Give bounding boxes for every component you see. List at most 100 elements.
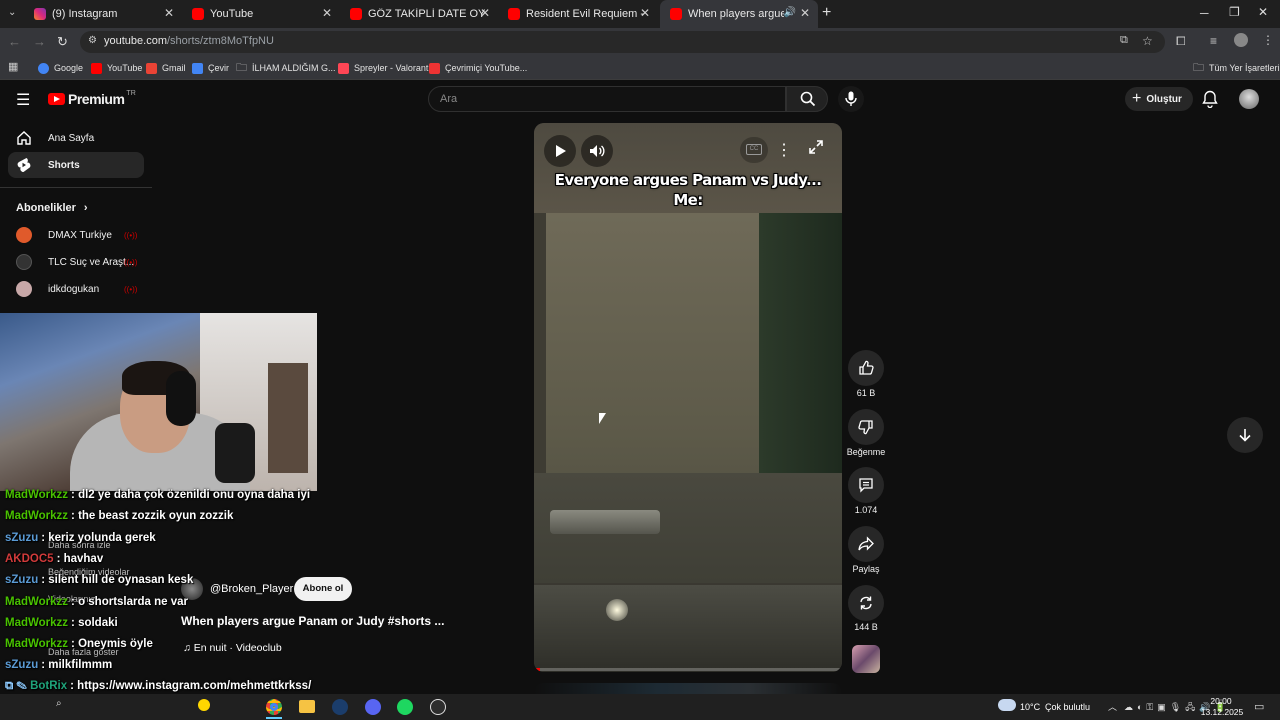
cast-icon[interactable]: ⧉ [1120,34,1128,47]
video-caption: Everyone argues Panam vs Judy... Me: [554,171,822,209]
share-label: Paylaş [852,564,880,574]
tab-instagram[interactable]: (9) Instagram ✕ [24,0,182,28]
profile-icon[interactable] [1234,33,1248,47]
taskbar-spotify-icon[interactable] [397,699,413,715]
bookmark-folder[interactable]: 🗀 İLHAM ALDIĞIM G... [236,60,336,76]
next-short-preview[interactable] [534,683,842,694]
captions-button[interactable]: CC [740,137,768,163]
apps-icon[interactable]: ▦ [8,60,18,73]
play-button[interactable] [544,135,576,167]
chat-message: MadWorkzz: soldaki [5,617,118,635]
maximize-button[interactable]: ❐ [1229,5,1240,19]
tab-goz-takipli[interactable]: GÖZ TAKİPLİ DATE OYUNU! KIZ ✕ [340,0,498,28]
bookmark-translate[interactable]: Çevir [192,60,229,76]
shorts-icon [17,158,31,173]
voice-search-button[interactable] [838,86,864,112]
fullscreen-button[interactable] [808,139,824,160]
audio-thumbnail[interactable] [852,645,880,673]
close-tab-icon[interactable]: ✕ [480,6,490,20]
tab-youtube[interactable]: YouTube ✕ [182,0,340,28]
remix-button[interactable] [848,585,884,621]
next-short-button[interactable] [1227,417,1263,453]
bookmark-gmail[interactable]: Gmail [146,60,186,76]
guide-menu-icon[interactable]: ☰ [16,90,30,110]
taskbar-discord-icon[interactable] [365,699,381,715]
chat-username: MadWorkzz [5,638,69,650]
weather-desc[interactable]: Çok bulutlu [1045,702,1090,712]
more-options-button[interactable]: ⋮ [776,140,792,160]
address-bar[interactable]: ⚙ youtube.com/shorts/ztm8MoTfpNU ⧉ ☆ [80,31,1165,53]
back-button[interactable]: ← [8,34,21,49]
live-indicator-icon: ((•)) [124,230,138,240]
bookmark-online-youtube[interactable]: Çevrimiçi YouTube... [429,60,527,76]
audio-playing-icon[interactable]: 🔊 [784,7,796,18]
tab-search-button[interactable]: ⌄ [8,7,22,21]
taskbar-obs-icon[interactable] [430,699,446,715]
new-tab-button[interactable]: + [822,4,831,22]
site-info-icon[interactable]: ⚙ [88,35,97,46]
short-title[interactable]: When players argue Panam or Judy #shorts… [181,614,444,628]
close-tab-icon[interactable]: ✕ [164,6,174,20]
search-input[interactable]: Ara [428,86,786,112]
weather-temp[interactable]: 10°C [1020,702,1040,712]
comment-count: 1.074 [854,505,878,515]
notifications-tray-icon[interactable]: ▭ [1254,700,1264,713]
browser-menu-icon[interactable]: ⋮ [1262,33,1274,47]
clock-time[interactable]: 20:00 [1206,696,1236,706]
extensions-icon[interactable]: ⧠ [1176,34,1186,49]
account-avatar[interactable] [1239,89,1259,109]
create-button[interactable]: + Oluştur [1125,87,1193,111]
subscription-tlc[interactable]: TLC Suç ve Araşt... ((•)) [16,253,137,271]
clock-date[interactable]: 13.12.2025 [1196,707,1248,717]
all-bookmarks[interactable]: 🗀 Tüm Yer İşaretleri [1193,60,1280,76]
share-button[interactable] [848,526,884,562]
music-link[interactable]: ♫ En nuit · Videoclub [183,642,282,654]
forward-button[interactable]: → [33,34,46,49]
subscription-dmax[interactable]: DMAX Turkiye ((•)) [16,226,137,244]
comments-button[interactable] [848,467,884,503]
arrow-down-icon [1239,429,1251,442]
tab-media-icon[interactable]: ≡ [1210,34,1217,48]
close-tab-icon[interactable]: ✕ [800,6,810,20]
bookmark-google[interactable]: Google [38,60,83,76]
sidebar-item-shorts[interactable]: Shorts [8,152,144,178]
bookmark-label: İLHAM ALDIĞIM G... [252,63,336,73]
chat-text: : soldaki [71,617,118,629]
notifications-button[interactable] [1202,90,1218,113]
tab-title: GÖZ TAKİPLİ DATE OYUNU! KIZ [368,8,486,20]
close-tab-icon[interactable]: ✕ [640,6,650,20]
short-video-player[interactable]: Everyone argues Panam vs Judy... Me: CC … [534,123,842,672]
tab-resident-evil[interactable]: Resident Evil Requiem - Official ✕ [498,0,658,28]
taskbar-chrome-active [266,717,282,719]
volume-button[interactable] [581,135,613,167]
tray-chevron-up-icon[interactable]: ︿ [1108,700,1117,713]
bookmark-star-icon[interactable]: ☆ [1142,34,1153,48]
sidebar-item-home[interactable]: Ana Sayfa [8,125,144,151]
reload-button[interactable]: ↻ [57,34,68,50]
subscribe-button[interactable]: Abone ol [294,577,352,601]
taskbar-copilot-icon[interactable] [198,699,210,711]
taskbar-chrome-icon[interactable] [266,699,282,715]
youtube-logo[interactable]: Premium TR [48,90,136,107]
close-window-button[interactable]: ✕ [1258,5,1268,19]
video-progress-track[interactable] [534,668,842,671]
taskbar-explorer-icon[interactable] [299,700,315,713]
channel-handle[interactable]: @Broken_Player [210,583,293,595]
like-button[interactable] [848,350,884,386]
bookmark-youtube[interactable]: YouTube [91,60,142,76]
subscriptions-header[interactable]: Abonelikler › [16,202,88,214]
chat-text: : keriz yolunda gerek [41,532,156,544]
search-button[interactable] [786,86,828,112]
taskbar-search-icon[interactable]: ⌕ [56,698,72,714]
subscription-idkdogukan[interactable]: idkdogukan ((•)) [16,280,137,298]
chat-username: MadWorkzz [5,510,69,522]
bookmark-valorant[interactable]: Spreyler - Valorant [338,60,428,76]
tab-title: (9) Instagram [52,8,118,20]
minimize-button[interactable]: ─ [1200,6,1209,20]
tab-active-short[interactable]: When players argue Panam 🔊 ✕ [660,0,818,28]
weather-icon[interactable] [998,699,1016,711]
close-tab-icon[interactable]: ✕ [322,6,332,20]
dislike-button[interactable] [848,409,884,445]
bookmark-label: Gmail [162,63,186,73]
taskbar-steam-icon[interactable] [332,699,348,715]
